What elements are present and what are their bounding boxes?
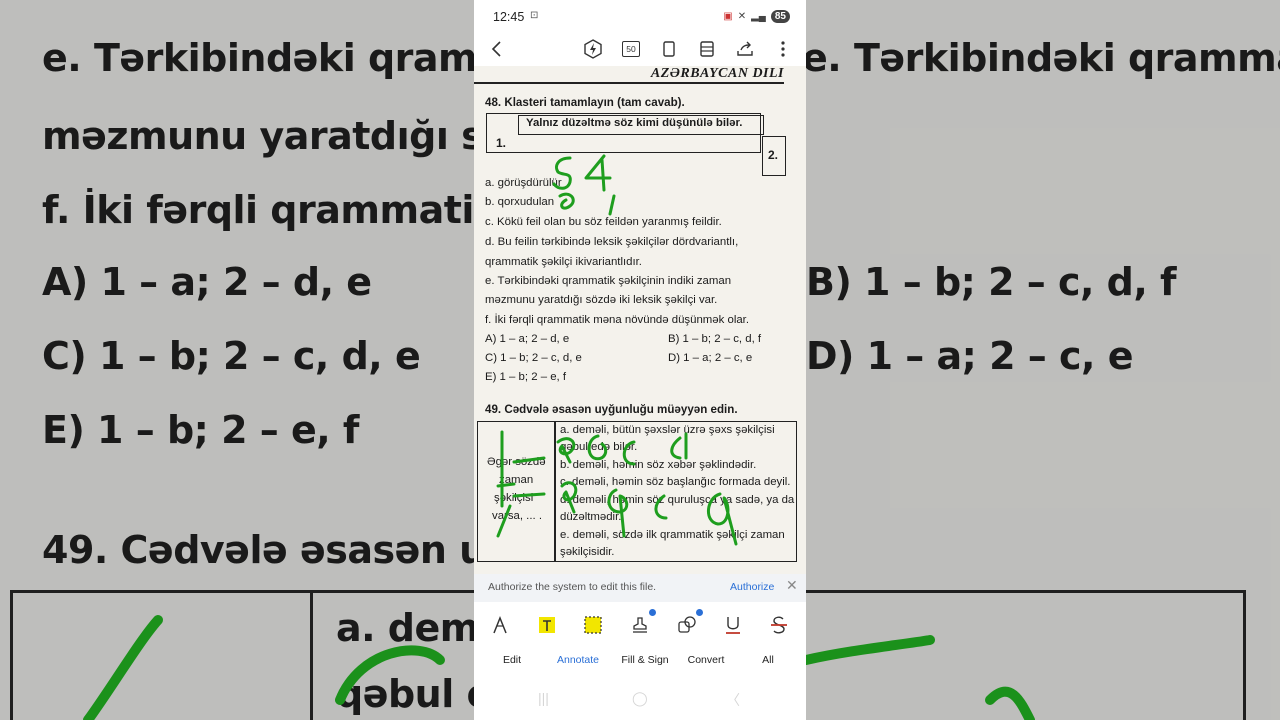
item-e: e. Tərkibindəki qrammatik şəkilçinin ind… [485, 275, 732, 287]
item-f: f. İki fərqli qrammatik məna növündə düş… [485, 314, 750, 326]
q49-right-line: e. deməli, sözdə ilk qrammatik şəkilçi z… [560, 529, 785, 541]
q49-table-divider [554, 421, 556, 562]
phone-screen: 12:45 ⊡ ▣ ✕ ▂▄ 85 50 AZƏRBAYCAN DILI 48.… [474, 0, 806, 720]
option-e[interactable]: E) 1 – b; 2 – e, f [485, 371, 566, 383]
tab-fill-sign[interactable]: Fill & Sign [621, 654, 668, 666]
cast-icon: ▣ [723, 11, 733, 22]
tab-annotate[interactable]: Annotate [557, 654, 599, 666]
mode-tabs: Edit Annotate Fill & Sign Convert All [474, 648, 806, 674]
option-a[interactable]: A) 1 – a; 2 – d, e [485, 333, 569, 345]
recents-icon[interactable]: ||| [538, 690, 549, 706]
layout-icon[interactable] [696, 38, 718, 60]
q49-left-line: şəkilçisi [494, 492, 534, 504]
item-b: b. qorxudulan [485, 196, 555, 208]
underline-icon[interactable] [720, 612, 746, 638]
cluster-center-text: Yalnız düzəltmə söz kimi düşünülə bilər. [526, 117, 743, 129]
q49-left-line: zaman [499, 474, 534, 486]
annotation-toolbar [474, 604, 806, 648]
lightning-icon[interactable] [582, 38, 604, 60]
item-a: a. görüşdürülür [485, 177, 562, 189]
page-icon[interactable] [658, 38, 680, 60]
system-nav-bar: ||| ◯ 〈 [474, 680, 806, 720]
back-icon[interactable]: 〈 [726, 690, 740, 710]
document-page[interactable]: AZƏRBAYCAN DILI 48. Klasteri tamamlayın … [474, 66, 806, 574]
share-icon[interactable] [734, 38, 756, 60]
authorize-message: Authorize the system to edit this file. [488, 581, 657, 593]
shapes-icon[interactable] [674, 608, 704, 638]
zoom-badge[interactable]: 50 [620, 38, 642, 60]
status-icons: ▣ ✕ ▂▄ 85 [723, 10, 790, 23]
q49-right-line: qəbul edə bilər. [560, 441, 638, 453]
q49-right-line: b. deməli, həmin söz xəbər şəklindədir. [560, 459, 757, 471]
new-badge-dot [695, 608, 704, 617]
close-icon[interactable]: ✕ [786, 577, 798, 594]
subject-header: AZƏRBAYCAN DILI [650, 66, 784, 81]
stamp-icon[interactable] [627, 608, 657, 638]
home-icon[interactable]: ◯ [632, 690, 648, 707]
q49-right-line: d. deməli, həmin söz quruluşca ya sadə, … [560, 494, 795, 506]
chevron-left-icon[interactable] [486, 38, 508, 60]
cluster-label-2: 2. [768, 148, 779, 162]
status-bar: 12:45 ⊡ ▣ ✕ ▂▄ 85 [474, 0, 806, 34]
authorize-bar: Authorize the system to edit this file. … [474, 574, 806, 602]
mute-icon: ✕ [737, 11, 747, 22]
q49-right-line: düzəltmədir. [560, 511, 622, 523]
question-49-title: 49. Cədvələ əsasən uyğunluğu müəyyən edi… [485, 403, 738, 416]
item-d: d. Bu feilin tərkibində leksik şəkilçilə… [485, 236, 739, 248]
q49-right-line: a. deməli, bütün şəxslər üzrə şəxs şəkil… [560, 424, 775, 436]
new-badge-dot [648, 608, 657, 617]
authorize-button[interactable]: Authorize [730, 581, 774, 593]
tab-edit[interactable]: Edit [503, 654, 521, 666]
battery-badge: 85 [770, 10, 790, 23]
tab-all[interactable]: All [762, 654, 774, 666]
item-d-cont: qrammatik şəkilçi ikivariantlıdır. [485, 256, 642, 268]
zoom-level: 50 [622, 41, 640, 57]
option-b[interactable]: B) 1 – b; 2 – c, d, f [668, 333, 761, 345]
q49-left-line: varsa, ... . [492, 510, 543, 522]
strikethrough-icon[interactable] [766, 612, 792, 638]
q49-right-line: c. deməli, həmin söz başlanğıc formada d… [560, 476, 791, 488]
option-c[interactable]: C) 1 – b; 2 – c, d, e [485, 352, 582, 364]
more-icon[interactable] [772, 38, 794, 60]
screen-record-icon: ⊡ [530, 10, 539, 21]
pen-icon[interactable] [487, 612, 513, 638]
option-d[interactable]: D) 1 – a; 2 – c, e [668, 352, 752, 364]
status-time: 12:45 [493, 10, 525, 24]
q49-right-line: şəkilçisidir. [560, 546, 615, 558]
text-highlight-icon[interactable] [534, 612, 560, 638]
header-rule [474, 82, 784, 84]
area-highlight-icon[interactable] [580, 612, 606, 638]
item-c: c. Kökü feil olan bu söz feildən yaranmı… [485, 216, 722, 228]
tab-convert[interactable]: Convert [688, 654, 725, 666]
cluster-label-1: 1. [496, 136, 507, 150]
q49-left-line: Əgər sözdə [487, 456, 546, 468]
question-48-title: 48. Klasteri tamamlayın (tam cavab). [485, 96, 685, 109]
signal-icon: ▂▄ [751, 11, 766, 22]
top-toolbar: 50 [474, 34, 806, 64]
item-e-cont: məzmunu yaratdığı sözdə iki leksik şəkil… [485, 294, 718, 306]
